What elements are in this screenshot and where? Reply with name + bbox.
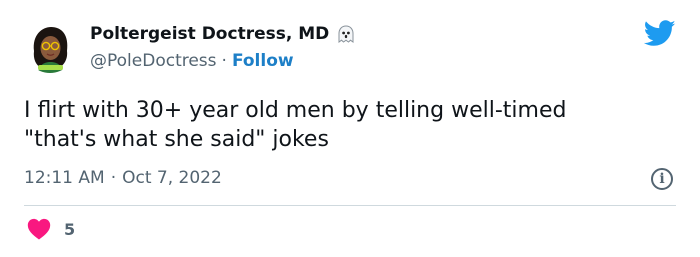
author-handle[interactable]: @PoleDoctress — [90, 51, 217, 71]
like-button[interactable]: 5 — [27, 218, 75, 240]
handle-separator: · — [221, 51, 227, 71]
tweet-time: 12:11 AM — [24, 168, 105, 188]
tweet-text: I flirt with 30+ year old men by telling… — [24, 98, 567, 152]
tweet-date: Oct 7, 2022 — [122, 168, 222, 188]
avatar[interactable] — [24, 21, 76, 73]
tweet-card: Poltergeist Doctress, MD @PoleDoctress · F… — [0, 0, 700, 257]
ghost-icon — [337, 25, 355, 45]
timestamp-separator: · — [110, 168, 117, 188]
like-count: 5 — [64, 219, 76, 239]
twitter-bird-icon[interactable] — [643, 20, 676, 47]
heart-icon — [27, 218, 51, 240]
divider — [24, 205, 676, 206]
author-name-row: Poltergeist Doctress, MD — [90, 24, 355, 44]
tweet-timestamp[interactable]: 12:11 AM · Oct 7, 2022 — [24, 168, 222, 188]
author-display-name[interactable]: Poltergeist Doctress, MD — [90, 24, 329, 44]
follow-button[interactable]: Follow — [232, 51, 294, 71]
author-handle-row: @PoleDoctress · Follow — [90, 51, 294, 71]
info-icon[interactable]: i — [651, 168, 673, 190]
avatar-image — [24, 21, 76, 73]
